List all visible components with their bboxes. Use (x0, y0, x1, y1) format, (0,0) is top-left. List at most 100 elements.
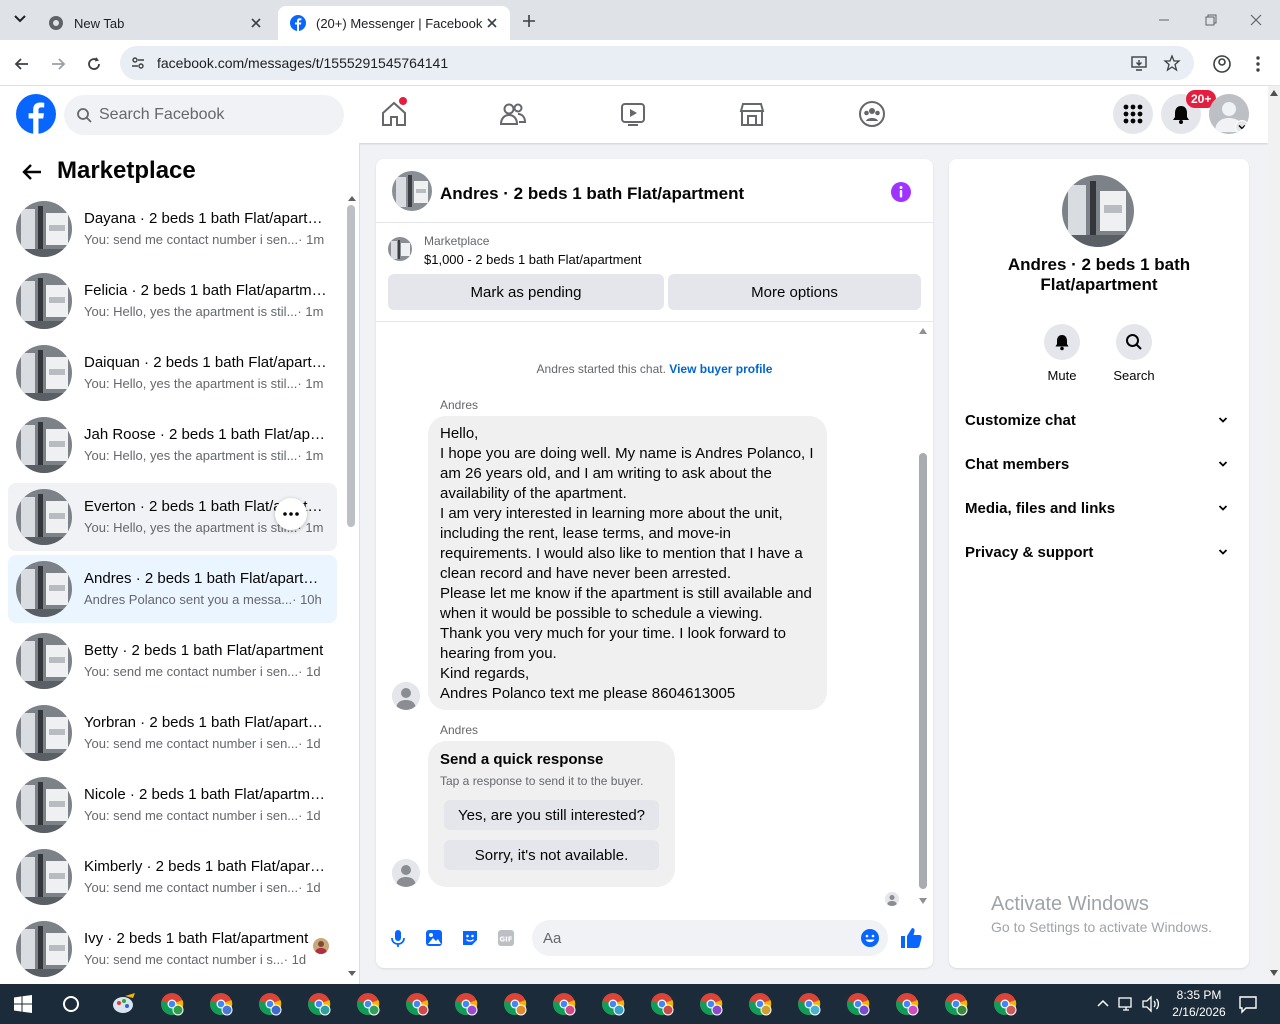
chrome-profile-app-icon[interactable] (503, 992, 527, 1016)
new-tab-plus-icon[interactable] (520, 12, 538, 30)
chat-list-item[interactable]: Dayana · 2 beds 1 bath Flat/apartment You… (8, 195, 337, 263)
chat-list-item[interactable]: Betty · 2 beds 1 bath Flat/apartment You:… (8, 627, 337, 695)
listing-thumb[interactable] (388, 237, 412, 261)
chat-list-item[interactable]: Nicole · 2 beds 1 bath Flat/apartment You… (8, 771, 337, 839)
chrome-profile-app-icon[interactable] (846, 992, 870, 1016)
gif-icon[interactable]: GIF (496, 928, 516, 948)
mark-as-pending-button[interactable]: Mark as pending (388, 274, 664, 310)
facebook-logo-icon[interactable] (16, 94, 56, 134)
back-arrow-icon[interactable] (12, 54, 32, 74)
thumbs-up-icon[interactable] (899, 926, 923, 950)
chrome-profile-app-icon[interactable] (307, 992, 331, 1016)
tab-new-tab[interactable]: New Tab (36, 6, 274, 40)
scroll-down-icon[interactable] (1270, 970, 1278, 976)
notifications-button[interactable]: 20+ (1161, 90, 1217, 134)
chrome-profile-app-icon[interactable] (405, 992, 429, 1016)
info-icon[interactable] (890, 181, 912, 203)
page-scrollbar[interactable] (1268, 86, 1280, 984)
chat-list-item[interactable]: Felicia · 2 beds 1 bath Flat/apartment Yo… (8, 267, 337, 335)
address-bar[interactable]: facebook.com/messages/t/1555291545764141 (120, 46, 1194, 80)
message-composer[interactable] (532, 920, 888, 956)
marketplace-icon[interactable] (738, 100, 766, 128)
account-avatar[interactable] (1209, 94, 1249, 134)
profile-icon[interactable] (1212, 54, 1232, 74)
chat-list-item[interactable]: Kimberly · 2 beds 1 bath Flat/apartment Y… (8, 843, 337, 911)
install-app-icon[interactable] (1130, 54, 1148, 72)
scroll-down-icon[interactable] (347, 970, 357, 978)
search-input[interactable] (99, 95, 329, 135)
chrome-profile-app-icon[interactable] (258, 992, 282, 1016)
chrome-profile-app-icon[interactable] (601, 992, 625, 1016)
site-settings-icon[interactable] (130, 55, 146, 71)
volume-icon[interactable] (1141, 995, 1161, 1013)
chrome-profile-app-icon[interactable] (650, 992, 674, 1016)
home-icon[interactable] (380, 97, 408, 128)
cortana-search-icon[interactable] (62, 995, 80, 1013)
chrome-profile-app-icon[interactable] (797, 992, 821, 1016)
scroll-up-icon[interactable] (919, 328, 927, 334)
paint-app-icon[interactable] (111, 992, 137, 1016)
more-options-button[interactable]: More options (668, 274, 921, 310)
chat-members-row[interactable]: Chat members (957, 442, 1241, 486)
chat-list-item[interactable]: Ivy · 2 beds 1 bath Flat/apartment You: s… (8, 915, 337, 983)
scroll-up-icon[interactable] (347, 194, 357, 202)
chat-options-button[interactable] (275, 498, 307, 530)
back-arrow-icon[interactable] (20, 160, 44, 184)
chrome-profile-app-icon[interactable] (699, 992, 723, 1016)
facebook-search[interactable] (64, 95, 344, 135)
reload-icon[interactable] (84, 54, 104, 74)
window-close-icon[interactable] (1248, 12, 1264, 28)
scroll-up-icon[interactable] (1270, 90, 1278, 96)
chat-list-item[interactable]: Jah Roose · 2 beds 1 bath Flat/apartment… (8, 411, 337, 479)
quick-reply-not-available-button[interactable]: Sorry, it's not available. (444, 840, 659, 870)
system-clock[interactable]: 8:35 PM 2/16/2026 (1164, 987, 1234, 1021)
tab-search-icon[interactable] (10, 8, 30, 28)
chrome-profile-app-icon[interactable] (160, 992, 184, 1016)
menu-button[interactable] (1113, 94, 1153, 134)
customize-chat-row[interactable]: Customize chat (957, 398, 1241, 442)
chrome-profile-app-icon[interactable] (209, 992, 233, 1016)
windows-start-icon[interactable] (14, 995, 32, 1013)
quick-reply-interested-button[interactable]: Yes, are you still interested? (444, 800, 659, 830)
bookmark-star-icon[interactable] (1163, 54, 1181, 72)
minimize-icon[interactable] (1156, 12, 1172, 28)
media-files-links-row[interactable]: Media, files and links (957, 486, 1241, 530)
message-bubble[interactable]: Hello, I hope you are doing well. My name… (428, 416, 827, 710)
video-icon[interactable] (619, 100, 647, 128)
chrome-profile-app-icon[interactable] (552, 992, 576, 1016)
bell-icon[interactable] (1044, 324, 1080, 360)
forward-arrow-icon[interactable] (48, 54, 68, 74)
emoji-icon[interactable] (860, 928, 880, 948)
chrome-profile-app-icon[interactable] (356, 992, 380, 1016)
listing-profile-photo[interactable] (1062, 175, 1134, 247)
sender-avatar[interactable] (392, 859, 420, 887)
photo-icon[interactable] (424, 928, 444, 948)
chat-list-item[interactable]: Yorbran · 2 beds 1 bath Flat/apartment Yo… (8, 699, 337, 767)
sender-avatar[interactable] (392, 682, 420, 710)
action-center-icon[interactable] (1238, 994, 1258, 1014)
restore-icon[interactable] (1202, 12, 1218, 28)
groups-icon[interactable] (858, 100, 886, 128)
search-icon[interactable] (1116, 324, 1152, 360)
message-input[interactable] (543, 920, 843, 956)
tray-chevron-up-icon[interactable] (1096, 997, 1110, 1011)
chat-list-item[interactable]: Andres · 2 beds 1 bath Flat/apartment And… (8, 555, 337, 623)
chat-list-scrollbar[interactable] (347, 205, 355, 527)
privacy-support-row[interactable]: Privacy & support (957, 530, 1241, 574)
view-buyer-profile-link[interactable]: View buyer profile (669, 362, 772, 376)
listing-avatar[interactable] (392, 171, 432, 211)
network-icon[interactable] (1117, 995, 1137, 1013)
listing-detail[interactable]: $1,000 - 2 beds 1 bath Flat/apartment (424, 252, 642, 267)
search-action[interactable]: Search (1104, 324, 1164, 383)
chrome-profile-app-icon[interactable] (895, 992, 919, 1016)
chrome-profile-app-icon[interactable] (944, 992, 968, 1016)
close-icon[interactable] (248, 15, 264, 31)
close-icon[interactable] (484, 15, 500, 31)
chrome-profile-app-icon[interactable] (748, 992, 772, 1016)
microphone-icon[interactable] (388, 928, 408, 948)
sticker-icon[interactable] (460, 928, 480, 948)
tab-messenger[interactable]: (20+) Messenger | Facebook (278, 6, 510, 40)
chat-list-item[interactable]: Daiquan · 2 beds 1 bath Flat/apartment Yo… (8, 339, 337, 407)
chrome-profile-app-icon[interactable] (993, 992, 1017, 1016)
scroll-down-icon[interactable] (919, 898, 927, 904)
